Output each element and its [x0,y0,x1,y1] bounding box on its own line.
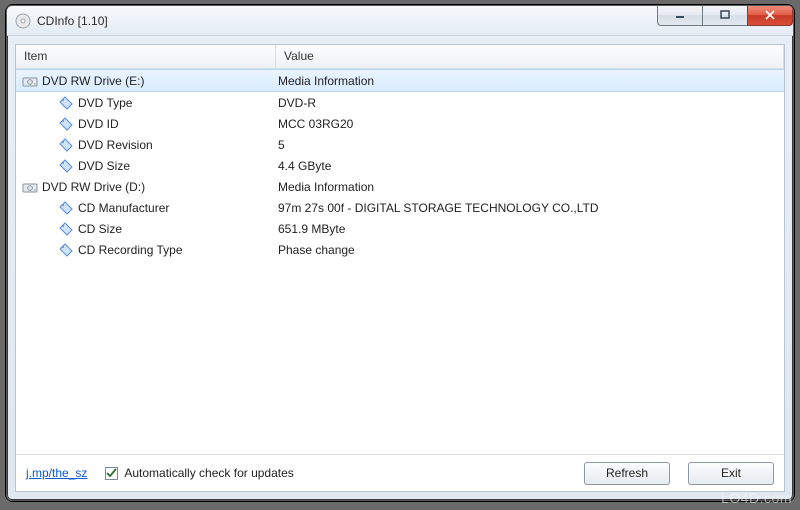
tag-icon [58,158,74,174]
value-cell: Phase change [276,243,784,257]
property-row[interactable]: CD Recording Type Phase change [16,239,784,260]
item-label: DVD RW Drive (E:) [42,74,144,88]
refresh-button[interactable]: Refresh [584,462,670,485]
item-cell: DVD Type [16,95,276,111]
property-row[interactable]: DVD Size 4.4 GByte [16,155,784,176]
item-label: CD Size [78,222,122,236]
item-cell: DVD Size [16,158,276,174]
item-label: DVD RW Drive (D:) [42,180,145,194]
item-cell: CD Recording Type [16,242,276,258]
tag-icon [58,221,74,237]
item-cell: CD Manufacturer [16,200,276,216]
tag-icon [58,200,74,216]
window-buttons [658,5,793,26]
tag-icon [58,116,74,132]
property-row[interactable]: DVD ID MCC 03RG20 [16,113,784,134]
value-cell: MCC 03RG20 [276,117,784,131]
item-cell: DVD Revision [16,137,276,153]
close-button[interactable] [747,5,793,26]
titlebar[interactable]: CDInfo [1.10] [7,6,793,36]
column-header-item[interactable]: Item [16,45,276,68]
property-row[interactable]: DVD Revision 5 [16,134,784,155]
client-area: Item Value DVD RW Drive (E:) Media Inform… [15,44,785,492]
app-icon [15,13,31,29]
value-cell: DVD-R [276,96,784,110]
item-label: DVD Type [78,96,132,110]
listview-header[interactable]: Item Value [16,45,784,69]
item-label: DVD Revision [78,138,153,152]
value-cell: 651.9 MByte [276,222,784,236]
drive-icon [22,73,38,89]
property-row[interactable]: CD Size 651.9 MByte [16,218,784,239]
property-row[interactable]: DVD Type DVD-R [16,92,784,113]
column-header-value[interactable]: Value [276,45,784,68]
value-cell: 5 [276,138,784,152]
value-cell: 97m 27s 00f - DIGITAL STORAGE TECHNOLOGY… [276,201,784,215]
auto-update-label: Automatically check for updates [124,466,293,480]
checkbox-icon [105,467,118,480]
value-cell: Media Information [276,180,784,194]
item-cell: DVD RW Drive (D:) [16,179,276,195]
footer-bar: j.mp/the_sz Automatically check for upda… [16,455,784,491]
item-label: DVD Size [78,159,130,173]
listview-body[interactable]: DVD RW Drive (E:) Media Information DVD Ty… [16,69,784,454]
website-link[interactable]: j.mp/the_sz [26,466,87,480]
tag-icon [58,137,74,153]
drive-row[interactable]: DVD RW Drive (E:) Media Information [16,69,784,92]
tag-icon [58,242,74,258]
drive-row[interactable]: DVD RW Drive (D:) Media Information [16,176,784,197]
item-cell: DVD RW Drive (E:) [16,73,276,89]
window-title: CDInfo [1.10] [37,14,108,28]
item-label: DVD ID [78,117,119,131]
value-cell: 4.4 GByte [276,159,784,173]
drive-icon [22,179,38,195]
value-cell: Media Information [276,74,784,88]
auto-update-checkbox[interactable]: Automatically check for updates [105,466,293,480]
item-label: CD Manufacturer [78,201,169,215]
maximize-button[interactable] [702,5,748,26]
item-cell: CD Size [16,221,276,237]
minimize-button[interactable] [657,5,703,26]
exit-button[interactable]: Exit [688,462,774,485]
listview[interactable]: Item Value DVD RW Drive (E:) Media Inform… [16,45,784,455]
app-window: CDInfo [1.10] Item Value DVD RW Drive (E… [6,5,794,501]
property-row[interactable]: CD Manufacturer 97m 27s 00f - DIGITAL STO… [16,197,784,218]
item-label: CD Recording Type [78,243,183,257]
item-cell: DVD ID [16,116,276,132]
tag-icon [58,95,74,111]
